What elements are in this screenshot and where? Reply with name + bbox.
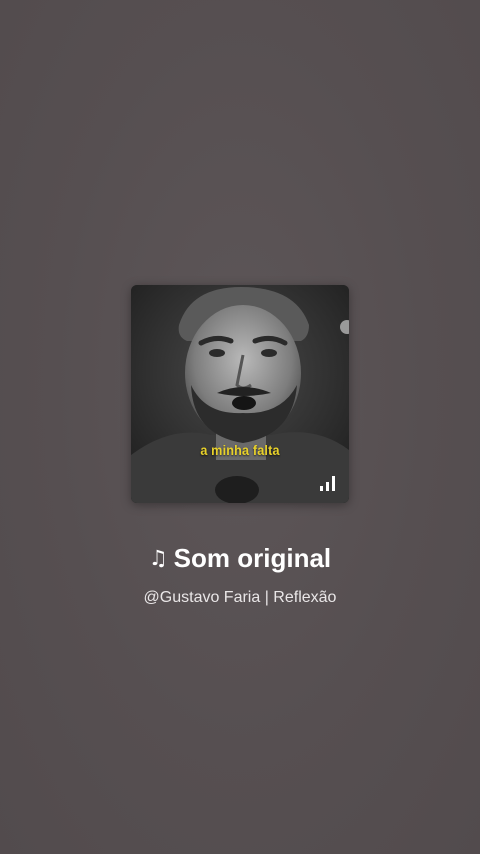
signal-bars-icon — [320, 476, 335, 491]
sound-author[interactable]: @Gustavo Faria | Reflexão — [0, 588, 480, 608]
audio-page: a minha falta ♫ Som original @Gustavo Far… — [0, 0, 480, 854]
music-note-icon: ♫ — [148, 546, 168, 570]
video-caption: a minha falta — [200, 442, 280, 458]
sound-title-text: Som original — [173, 543, 332, 573]
sound-title: ♫ Som original — [0, 541, 480, 575]
cover-photo — [131, 285, 349, 503]
sound-cover-thumbnail[interactable]: a minha falta — [131, 285, 349, 503]
